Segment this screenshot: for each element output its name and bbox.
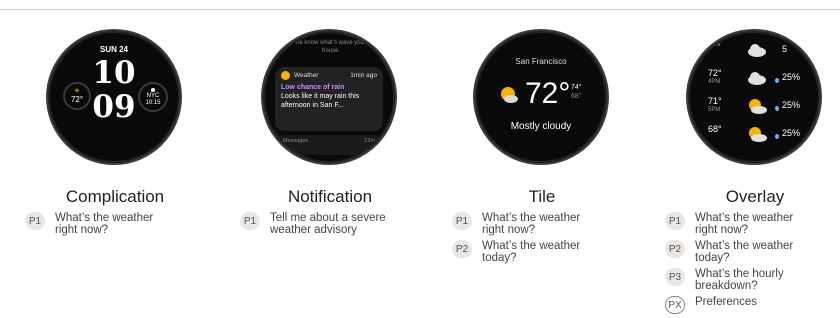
notification-body: Looks like it may rain this afternoon in…	[281, 93, 360, 109]
hourly-row: 3PM 5	[706, 41, 806, 65]
raindrop-icon	[775, 134, 779, 139]
world-clock-time: 10:15	[145, 99, 161, 106]
hourly-row: 72° 4PM 25%	[706, 69, 806, 93]
hourly-row: 68° 25%	[706, 125, 806, 149]
hourly-time: 4PM	[708, 79, 721, 85]
tile-low: 68°	[571, 93, 582, 100]
question-list: P1 Tell me about a severe weather adviso…	[240, 212, 440, 240]
column-title: Overlay	[725, 187, 785, 206]
question-text: Tell me about a severe weather advisory	[270, 212, 386, 236]
cloud-icon	[748, 72, 766, 85]
previous-notification-snippet: ne know what’s wave your house.	[296, 40, 366, 54]
complication-watch-face: SUN 24 10 09 ☀ 72° NYC 10:15	[50, 33, 178, 161]
notification-column: ne know what’s wave your house. Weather …	[225, 0, 425, 318]
hourly-temp: 71°	[708, 96, 722, 106]
weather-complication[interactable]: ☀ 72°	[63, 82, 91, 110]
question-item: P2 What’s the weather today?	[665, 240, 840, 264]
hourly-time: 5PM	[708, 107, 721, 113]
question-text: What’s the weather today?	[482, 240, 581, 264]
question-item: P1 What’s the weather right now?	[452, 212, 652, 236]
tile-high-low: 74° 68°	[571, 83, 582, 101]
question-text: What’s the weather right now?	[482, 212, 581, 236]
hourly-precip: 5	[782, 44, 788, 54]
notification-time: 1min ago	[350, 72, 377, 79]
column-title: Notification	[287, 187, 373, 206]
next-notification-time: 12m	[364, 138, 375, 144]
watch-date: SUN 24	[99, 45, 128, 54]
notification-card[interactable]: Weather 1min ago Low chance of rain Look…	[275, 67, 383, 131]
tile-temperature: 72°	[525, 77, 571, 110]
tile-watch-face[interactable]: San Francisco 72° 74° 68° Mostly cloudy	[477, 33, 605, 161]
next-notification[interactable]: Messages 12m	[275, 135, 383, 155]
raindrop-icon	[775, 78, 779, 83]
notification-app: Weather	[294, 72, 319, 79]
tile-condition: Mostly cloudy	[510, 121, 572, 132]
question-item: P1 What’s the weather right now?	[25, 212, 225, 236]
tile-high: 74°	[571, 84, 582, 91]
tile-column: San Francisco 72° 74° 68° Mostly cloudy …	[437, 0, 637, 318]
priority-badge: P1	[25, 212, 45, 230]
partly-cloudy-icon	[749, 99, 767, 114]
dot-icon	[151, 87, 155, 92]
question-list: P1 What’s the weather right now? P2 What…	[665, 212, 840, 318]
complication-column: SUN 24 10 09 ☀ 72° NYC 10:15 Complicatio…	[10, 0, 210, 318]
question-text: What’s the weather today?	[695, 240, 794, 264]
overlay-column: 3PM 5 72° 4PM 25% 71° 5PM 25% 68° 25% Ov…	[650, 0, 840, 318]
world-clock-city: NYC	[146, 92, 160, 99]
question-list: P1 What’s the weather right now?	[25, 212, 225, 240]
hourly-precip: 25%	[782, 72, 801, 82]
complication-temp: 72°	[70, 95, 84, 104]
priority-badge: P1	[240, 212, 260, 230]
priority-badge: P1	[665, 212, 685, 230]
priority-badge: P2	[665, 240, 685, 258]
weather-app-icon	[281, 71, 290, 80]
notification-watch-face: ne know what’s wave your house. Weather …	[265, 33, 393, 161]
raindrop-icon	[775, 106, 779, 111]
partly-cloudy-icon	[749, 127, 767, 142]
priority-badge: P1	[452, 212, 472, 230]
tile-city: San Francisco	[515, 57, 567, 66]
priority-badge: PX	[665, 296, 685, 314]
column-title: Tile	[528, 187, 556, 206]
priority-badge: P2	[452, 240, 472, 258]
question-item: P1 Tell me about a severe weather adviso…	[240, 212, 440, 236]
question-item: P1 What’s the weather right now?	[665, 212, 840, 236]
column-title: Complication	[65, 187, 165, 206]
question-text: What’s the weather right now?	[55, 212, 154, 236]
priority-badge: P3	[665, 268, 685, 286]
hourly-precip: 25%	[782, 100, 801, 110]
question-text: Preferences	[695, 296, 758, 308]
question-item: PX Preferences	[665, 296, 840, 314]
world-clock-complication[interactable]: NYC 10:15	[138, 82, 168, 112]
overlay-watch-face[interactable]: 3PM 5 72° 4PM 25% 71° 5PM 25% 68° 25%	[690, 33, 818, 161]
partly-cloudy-icon	[501, 87, 518, 103]
hourly-temp: 68°	[708, 124, 722, 134]
weather-icon: ☀	[73, 88, 81, 95]
hourly-row: 71° 5PM 25%	[706, 97, 806, 121]
question-item: P3 What’s the hourly breakdown?	[665, 268, 840, 292]
notification-title: Low chance of rain	[281, 84, 345, 91]
hourly-time: 3PM	[708, 42, 721, 48]
question-item: P2 What’s the weather today?	[452, 240, 652, 264]
question-text: What’s the weather right now?	[695, 212, 794, 236]
question-list: P1 What’s the weather right now? P2 What…	[452, 212, 652, 268]
next-notification-app: Messages	[283, 138, 309, 144]
hourly-precip: 25%	[782, 128, 801, 138]
question-text: What’s the hourly breakdown?	[695, 268, 784, 292]
hourly-temp: 72°	[708, 68, 722, 78]
cloud-icon	[748, 44, 766, 57]
